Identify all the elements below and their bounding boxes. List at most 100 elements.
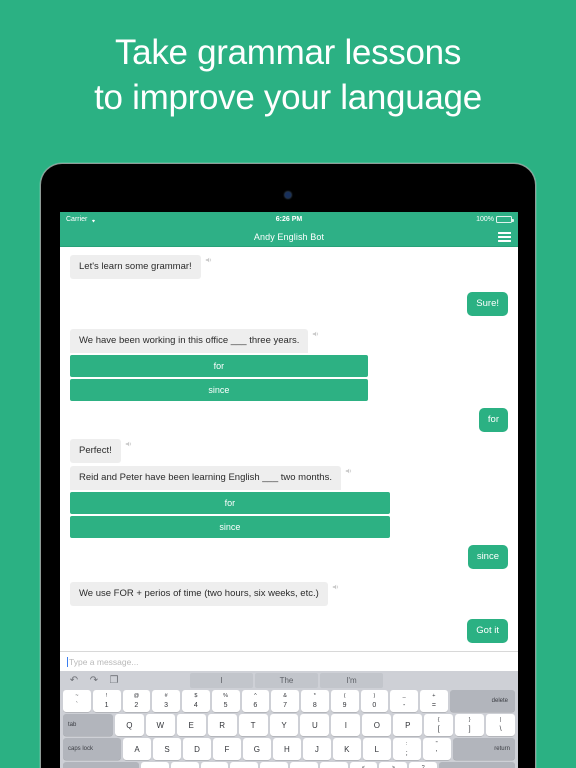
suggestion-chip[interactable]: The bbox=[255, 673, 318, 688]
suggestion-spacer bbox=[385, 678, 448, 684]
key-bracket-left[interactable]: { [ bbox=[424, 714, 454, 736]
key-t[interactable]: T bbox=[238, 714, 268, 736]
answer-option-button[interactable]: for bbox=[70, 492, 390, 514]
keyboard-row-a: caps lock A S D F G H J K L : ; " ' retu… bbox=[63, 738, 515, 760]
answer-option-button[interactable]: since bbox=[70, 516, 390, 538]
key-delete[interactable]: delete bbox=[449, 690, 516, 712]
suggestion-spacer bbox=[450, 678, 513, 684]
user-message-bubble: Sure! bbox=[467, 292, 508, 316]
speaker-icon[interactable] bbox=[125, 440, 133, 448]
key-i[interactable]: I bbox=[331, 714, 361, 736]
hamburger-menu-icon[interactable] bbox=[498, 231, 511, 242]
chat-row: for bbox=[70, 408, 508, 432]
key-7[interactable]: & 7 bbox=[271, 690, 299, 712]
speaker-icon[interactable] bbox=[345, 467, 353, 475]
suggestion-chip[interactable]: I'm bbox=[320, 673, 383, 688]
user-message-bubble: since bbox=[467, 545, 508, 569]
front-camera-icon bbox=[285, 192, 291, 198]
redo-icon[interactable]: ↷ bbox=[84, 675, 104, 686]
chat-row: Perfect! bbox=[70, 439, 508, 463]
suggestion-chip[interactable]: I bbox=[190, 673, 253, 688]
chat-row: since bbox=[70, 545, 508, 569]
speaker-icon[interactable] bbox=[312, 330, 320, 338]
key-bracket-right[interactable]: } ] bbox=[455, 714, 485, 736]
message-input-bar[interactable]: Type a message... bbox=[60, 651, 518, 671]
key-k[interactable]: K bbox=[332, 738, 361, 760]
key-return[interactable]: return bbox=[452, 738, 515, 760]
key-p[interactable]: P bbox=[393, 714, 423, 736]
keyboard-row-numbers: ~ ` ! 1 @ 2 # 3 $ 4 % 5 ^ 6 & 7 * 8 (9 … bbox=[63, 690, 516, 712]
key-caps-lock[interactable]: caps lock bbox=[63, 738, 122, 760]
key-r[interactable]: R bbox=[207, 714, 237, 736]
key-8[interactable]: * 8 bbox=[301, 690, 329, 712]
key-j[interactable]: J bbox=[302, 738, 331, 760]
answer-option-button[interactable]: since bbox=[70, 379, 368, 401]
key-comma[interactable]: < , bbox=[349, 762, 378, 768]
key-6[interactable]: ^ 6 bbox=[241, 690, 270, 712]
suggestion-spacer bbox=[125, 678, 188, 684]
device-screen: Carrier 6:26 PM 100% Andy English Bot Le… bbox=[60, 212, 518, 768]
key-9[interactable]: ( 9 bbox=[330, 690, 359, 712]
speaker-icon[interactable] bbox=[332, 583, 340, 591]
page-title: Take grammar lessons to improve your lan… bbox=[0, 30, 576, 120]
key-4[interactable]: $ 4 bbox=[182, 690, 210, 712]
key-f[interactable]: F bbox=[212, 738, 241, 760]
key-e[interactable]: E bbox=[176, 714, 206, 736]
key-v[interactable]: V bbox=[230, 762, 259, 768]
key-z[interactable]: Z bbox=[140, 762, 169, 768]
key-2[interactable]: @ 2 bbox=[122, 690, 151, 712]
key-n[interactable]: N bbox=[289, 762, 318, 768]
key-h[interactable]: H bbox=[272, 738, 301, 760]
key-5[interactable]: % 5 bbox=[211, 690, 240, 712]
key-a[interactable]: A bbox=[123, 738, 152, 760]
key-shift-left[interactable]: shift bbox=[63, 762, 139, 768]
key-quote[interactable]: " ' bbox=[422, 738, 451, 760]
headline-line-2: to improve your language bbox=[94, 78, 482, 117]
question-text: Reid and Peter have been learning Englis… bbox=[70, 466, 341, 490]
key-backslash[interactable]: | \ bbox=[486, 714, 516, 736]
predictive-text-bar: ↶ ↷ ❐ I The I'm bbox=[63, 673, 515, 688]
key-3[interactable]: # 3 bbox=[152, 690, 180, 712]
key-u[interactable]: U bbox=[300, 714, 330, 736]
key-tab[interactable]: tab bbox=[63, 714, 113, 736]
bot-message-bubble: We use FOR + perios of time (two hours, … bbox=[70, 582, 328, 606]
key-l[interactable]: L bbox=[362, 738, 391, 760]
key-o[interactable]: O bbox=[362, 714, 392, 736]
key-1[interactable]: ! 1 bbox=[92, 690, 121, 712]
key-shift-right[interactable]: shift bbox=[439, 762, 515, 768]
battery-percent-label: 100% bbox=[476, 216, 494, 223]
key-x[interactable]: X bbox=[170, 762, 199, 768]
undo-icon[interactable]: ↶ bbox=[64, 675, 84, 686]
tablet-device: Carrier 6:26 PM 100% Andy English Bot Le… bbox=[40, 163, 536, 768]
key-period[interactable]: > . bbox=[379, 762, 408, 768]
key-d[interactable]: D bbox=[183, 738, 211, 760]
key-slash[interactable]: ? / bbox=[409, 762, 438, 768]
key-backtick[interactable]: ~ ` bbox=[63, 690, 91, 712]
key-minus[interactable]: _ - bbox=[390, 690, 418, 712]
question-card: Reid and Peter have been learning Englis… bbox=[70, 466, 390, 538]
status-bar-right: 100% bbox=[476, 216, 514, 223]
chat-thread: Let's learn some grammar! Sure! We have … bbox=[60, 247, 518, 651]
key-q[interactable]: Q bbox=[114, 714, 144, 736]
key-equals[interactable]: + = bbox=[420, 690, 448, 712]
paste-icon[interactable]: ❐ bbox=[104, 675, 124, 686]
speaker-icon[interactable] bbox=[205, 256, 213, 264]
key-c[interactable]: C bbox=[200, 762, 229, 768]
nav-bar: Andy English Bot bbox=[60, 227, 518, 247]
chat-row: Let's learn some grammar! bbox=[70, 255, 508, 279]
key-b[interactable]: B bbox=[260, 762, 288, 768]
battery-full-icon bbox=[496, 216, 514, 223]
key-0[interactable]: ) 0 bbox=[360, 690, 389, 712]
clock-label: 6:26 PM bbox=[275, 216, 303, 223]
message-input-placeholder: Type a message... bbox=[69, 656, 139, 667]
key-y[interactable]: Y bbox=[269, 714, 299, 736]
key-m[interactable]: M bbox=[319, 762, 348, 768]
question-text: We have been working in this office ___ … bbox=[70, 329, 309, 353]
key-s[interactable]: S bbox=[153, 738, 182, 760]
key-semicolon[interactable]: : ; bbox=[392, 738, 421, 760]
answer-option-button[interactable]: for bbox=[70, 355, 368, 377]
key-g[interactable]: G bbox=[242, 738, 271, 760]
status-bar: Carrier 6:26 PM 100% bbox=[60, 212, 518, 227]
key-w[interactable]: W bbox=[145, 714, 175, 736]
bot-message-bubble: Perfect! bbox=[70, 439, 121, 463]
